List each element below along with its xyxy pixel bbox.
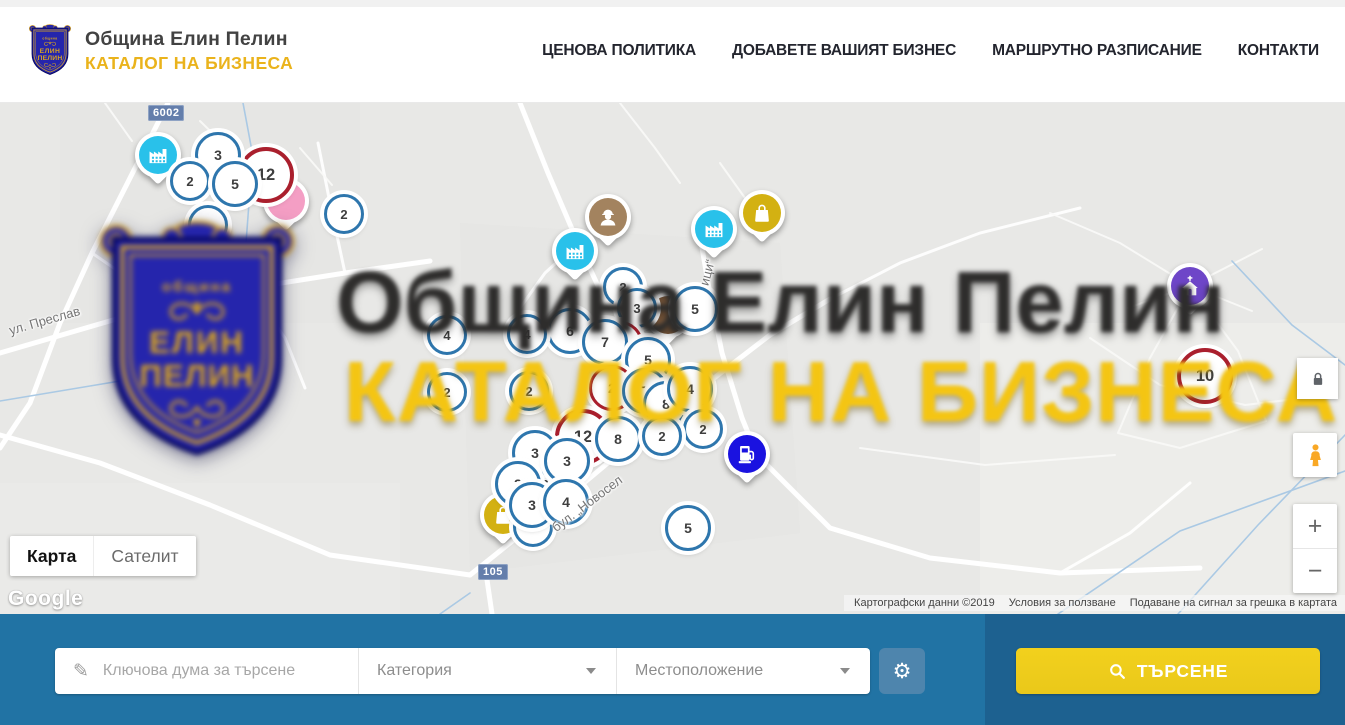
pin-circle: [728, 435, 766, 473]
pencil-icon: ✎: [73, 660, 89, 682]
top-strip: [0, 0, 1345, 7]
marker-cluster[interactable]: 2: [170, 161, 210, 201]
marker-cluster[interactable]: 4: [667, 366, 713, 412]
category-value: Категория: [377, 662, 586, 680]
factory-icon: [562, 238, 588, 264]
marker-cluster[interactable]: 2: [642, 416, 682, 456]
factory-pin[interactable]: [691, 206, 737, 268]
pegman-icon: [1302, 442, 1329, 469]
marker-cluster[interactable]: 2: [683, 409, 723, 449]
lock-button[interactable]: [1297, 358, 1338, 399]
street-label: ул. Преслав: [7, 303, 81, 338]
pin-circle: [743, 194, 781, 232]
map-canvas[interactable]: ул. Преславбул. „Новоселици“6002105: [0, 103, 1345, 614]
marker-cluster[interactable]: 8: [595, 416, 641, 462]
svg-text:община: община: [42, 36, 57, 40]
chevron-down-icon: [586, 668, 596, 674]
marker-cluster[interactable]: 7: [582, 319, 628, 365]
map-markers-layer: ул. Преславбул. „Новоселици“6002105: [0, 103, 1345, 614]
svg-text:ПЕЛИН: ПЕЛИН: [38, 54, 63, 61]
location-select[interactable]: Местоположение: [616, 648, 870, 694]
nav-item[interactable]: КОНТАКТИ: [1238, 42, 1319, 60]
svg-text:ЕЛИН: ЕЛИН: [40, 47, 61, 54]
advanced-search-button[interactable]: ⚙: [879, 648, 925, 694]
nav-item[interactable]: ДОБАВЕТЕ ВАШИЯТ БИЗНЕС: [732, 42, 956, 60]
keyword-field: ✎: [55, 648, 358, 694]
shopping-bag-icon: [749, 200, 775, 226]
pin-head: [739, 190, 785, 236]
marker-cluster[interactable]: 3: [544, 438, 590, 484]
search-bar: ✎ Категория Местоположение ⚙ ТЪРСЕНЕ: [0, 614, 1345, 725]
road-badge: 105: [478, 564, 508, 580]
nav-item[interactable]: ЦЕНОВА ПОЛИТИКА: [542, 42, 696, 60]
padlock-icon: [1308, 369, 1328, 389]
google-logo[interactable]: Google: [8, 587, 83, 611]
chevron-down-icon: [840, 668, 850, 674]
site-subtitle: КАТАЛОГ НА БИЗНЕСА: [85, 53, 293, 74]
location-value: Местоположение: [635, 662, 840, 680]
church-icon: [1177, 273, 1203, 299]
marker-cluster[interactable]: 2: [324, 194, 364, 234]
pin-head: [724, 431, 770, 477]
pin-circle: [1171, 267, 1209, 305]
map-attribution: Картографски данни ©2019 Условия за ползв…: [844, 595, 1345, 611]
pin-head: [691, 206, 737, 252]
shopping-pin[interactable]: [739, 190, 785, 252]
pin-circle: [695, 210, 733, 248]
marker-cluster[interactable]: 2: [427, 372, 467, 412]
main-nav: ЦЕНОВА ПОЛИТИКА ДОБАВЕТЕ ВАШИЯТ БИЗНЕС МАР…: [542, 42, 1319, 60]
category-select[interactable]: Категория: [358, 648, 616, 694]
map-attribution-link[interactable]: Условия за ползване: [1009, 597, 1116, 609]
municipality-crest: община ЕЛИН ПЕЛИН: [26, 23, 74, 80]
worker-icon: [595, 204, 621, 230]
map-attribution-link[interactable]: Подаване на сигнал за грешка в картата: [1130, 597, 1337, 609]
site-logo[interactable]: община ЕЛИН ПЕЛИН Община Елин Пелин КАТА…: [26, 23, 293, 80]
zoom-out-button[interactable]: −: [1293, 549, 1337, 593]
search-icon: [1108, 662, 1127, 681]
site-title: Община Елин Пелин: [85, 28, 293, 50]
street-view-pegman-button[interactable]: [1293, 433, 1337, 477]
municipality-crest-logo: община ЕЛИН ПЕЛИН: [26, 23, 74, 80]
marker-cluster[interactable]: 10: [1177, 348, 1233, 404]
zoom-in-button[interactable]: +: [1293, 504, 1337, 549]
factory-icon: [701, 216, 727, 242]
search-button[interactable]: ТЪРСЕНЕ: [1016, 648, 1320, 694]
map-attribution-text: Картографски данни ©2019: [854, 597, 995, 609]
nav-item[interactable]: МАРШРУТНО РАЗПИСАНИЕ: [992, 42, 1202, 60]
gear-icon: ⚙: [893, 659, 912, 683]
map-type-satellite-button[interactable]: Сателит: [93, 536, 195, 576]
marker-cluster[interactable]: 5: [665, 505, 711, 551]
church-pin[interactable]: [1167, 263, 1213, 325]
factory-icon: [145, 142, 171, 168]
site-header: община ЕЛИН ПЕЛИН Община Елин Пелин КАТА…: [0, 0, 1345, 103]
fuel-icon: [734, 441, 760, 467]
marker-cluster[interactable]: 4: [507, 314, 547, 354]
road-badge: 6002: [148, 105, 184, 121]
marker-cluster[interactable]: 2: [509, 371, 549, 411]
site-logo-text: Община Елин Пелин КАТАЛОГ НА БИЗНЕСА: [85, 28, 293, 73]
keyword-input[interactable]: [101, 661, 358, 681]
page: община ЕЛИН ПЕЛИН Община Елин Пелин КАТА…: [0, 0, 1345, 725]
pin-head: [552, 228, 598, 274]
marker-cluster[interactable]: 4: [427, 315, 467, 355]
pin-circle: [556, 232, 594, 270]
map-type-map-button[interactable]: Карта: [10, 536, 93, 576]
zoom-control: + −: [1293, 504, 1337, 593]
search-button-label: ТЪРСЕНЕ: [1137, 661, 1228, 682]
marker-cluster[interactable]: 5: [212, 161, 258, 207]
pin-head: [1167, 263, 1213, 309]
search-box: ✎ Категория Местоположение: [55, 648, 870, 694]
map-type-control: Карта Сателит: [10, 536, 196, 576]
factory-pin[interactable]: [552, 228, 598, 290]
marker-cluster[interactable]: 5: [672, 286, 718, 332]
fuel-pin[interactable]: [724, 431, 770, 493]
pin-circle: [139, 136, 177, 174]
marker-cluster[interactable]: [188, 205, 228, 245]
